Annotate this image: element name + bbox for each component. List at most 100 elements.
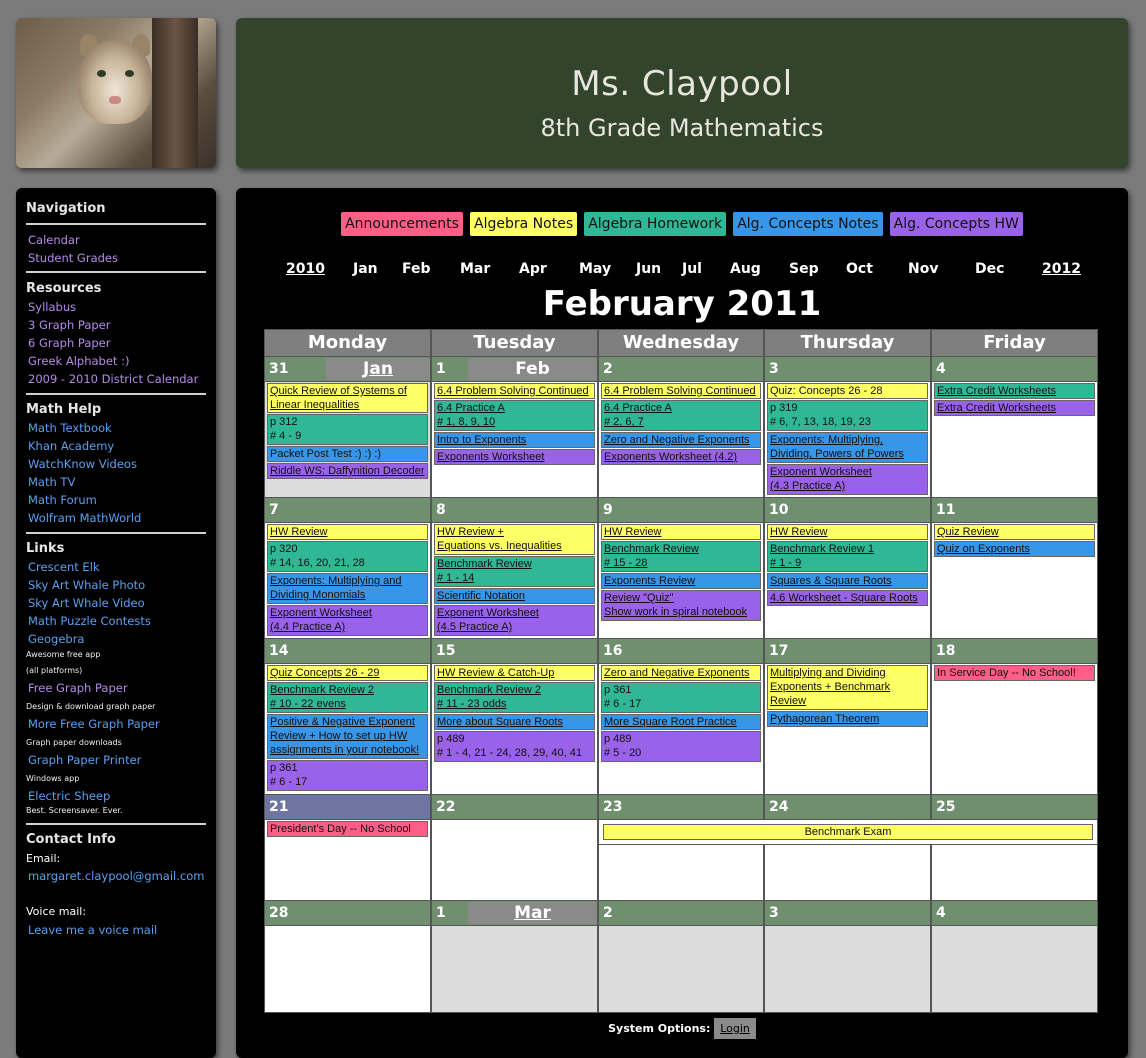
event[interactable]: p 312 # 4 - 9 (267, 414, 428, 445)
month-link-apr[interactable]: Apr (519, 261, 547, 277)
event[interactable]: Intro to Exponents (434, 432, 595, 448)
month-link-oct[interactable]: Oct (846, 261, 873, 277)
prev-year-link[interactable]: 2010 (286, 261, 325, 277)
event[interactable]: Positive & Negative Exponent Review + Ho… (267, 714, 428, 759)
month-link-may[interactable]: May (579, 261, 611, 277)
event[interactable]: Quiz Concepts 26 - 29 (267, 665, 428, 681)
link-graph-paper-printer[interactable]: Graph Paper Printer (16, 753, 141, 767)
link-whale-photo[interactable]: Sky Art Whale Photo (16, 578, 145, 592)
event[interactable]: Exponents: Multiplying and Dividing Mono… (267, 573, 428, 604)
month-link-jan[interactable]: Jan (353, 261, 378, 277)
mathhelp-watchknow-link[interactable]: WatchKnow Videos (16, 457, 137, 471)
event[interactable]: Extra Credit Worksheets (934, 383, 1095, 399)
legend-announcements[interactable]: Announcements (341, 212, 463, 236)
link-free-graph-paper[interactable]: Free Graph Paper (16, 681, 128, 695)
nav-student-grades-link[interactable]: Student Grades (16, 251, 118, 265)
month-link-feb[interactable]: Feb (402, 261, 431, 277)
month-link-sep[interactable]: Sep (789, 261, 819, 277)
legend-concepts-notes[interactable]: Alg. Concepts Notes (733, 212, 883, 236)
mathhelp-wolfram-link[interactable]: Wolfram MathWorld (16, 511, 141, 525)
event[interactable]: Benchmark Review # 1 - 14 (434, 556, 595, 587)
event[interactable]: Exponents Worksheet (434, 449, 595, 465)
month-link-jul[interactable]: Jul (682, 261, 702, 277)
event[interactable]: 6.4 Problem Solving Continued (601, 383, 761, 399)
link-electric-sheep[interactable]: Electric Sheep (16, 789, 110, 803)
link-whale-video[interactable]: Sky Art Whale Video (16, 596, 145, 610)
event[interactable]: Quick Review of Systems of Linear Inequa… (267, 383, 428, 413)
event[interactable]: 6.4 Problem Solving Continued (434, 383, 595, 399)
month-label-jan[interactable]: Jan (326, 358, 430, 380)
mathhelp-mathtv-link[interactable]: Math TV (16, 475, 75, 489)
event[interactable]: Zero and Negative Exponents (601, 665, 761, 681)
legend-algebra-homework[interactable]: Algebra Homework (584, 212, 727, 236)
event[interactable]: 4.6 Worksheet - Square Roots (767, 590, 928, 606)
event[interactable]: More Square Root Practice (601, 714, 761, 730)
event[interactable]: Multiplying and Dividing Exponents + Ben… (767, 665, 928, 710)
event[interactable]: p 319 # 6, 7, 13, 18, 19, 23 (767, 400, 928, 431)
event[interactable]: Zero and Negative Exponents (601, 432, 761, 448)
event[interactable]: # 2, 6, 7 (601, 415, 761, 431)
event[interactable]: 6.4 Practice A (434, 400, 595, 416)
event[interactable]: p 361 # 6 - 17 (267, 760, 428, 791)
event[interactable]: Benchmark Review 1 # 1 - 9 (767, 541, 928, 572)
month-link-mar[interactable]: Mar (460, 261, 490, 277)
event[interactable]: Benchmark Review 2 # 10 - 22 evens (267, 682, 428, 713)
event[interactable]: p 489 # 1 - 4, 21 - 24, 28, 29, 40, 41 (434, 731, 595, 762)
event-benchmark-exam[interactable]: Benchmark Exam (603, 824, 1093, 840)
event[interactable]: # 1, 8, 9, 10 (434, 415, 595, 431)
month-link-dec[interactable]: Dec (975, 261, 1004, 277)
event[interactable]: Riddle WS: Daffynition Decoder (267, 463, 428, 479)
event[interactable]: HW Review (267, 524, 428, 540)
event[interactable]: Benchmark Review 2 # 11 - 23 odds (434, 682, 595, 713)
event[interactable]: President's Day -- No School (267, 821, 428, 837)
event[interactable]: Exponent Worksheet (4.5 Practice A) (434, 605, 595, 636)
event[interactable]: Review "Quiz" Show work in spiral notebo… (601, 590, 761, 621)
nav-calendar-link[interactable]: Calendar (16, 233, 80, 247)
event[interactable]: Squares & Square Roots (767, 573, 928, 589)
mathhelp-mathforum-link[interactable]: Math Forum (16, 493, 97, 507)
event[interactable]: Packet Post Test :) :) :) (267, 446, 428, 462)
mathhelp-khan-link[interactable]: Khan Academy (16, 439, 114, 453)
link-more-free-graph-paper[interactable]: More Free Graph Paper (16, 717, 160, 731)
event[interactable]: Benchmark Review # 15 - 28 (601, 541, 761, 572)
event[interactable]: Quiz on Exponents (934, 541, 1095, 557)
legend-concepts-hw[interactable]: Alg. Concepts HW (889, 212, 1023, 236)
legend-algebra-notes[interactable]: Algebra Notes (470, 212, 578, 236)
email-link[interactable]: margaret.claypool@gmail.com (16, 869, 204, 883)
event[interactable]: Exponent Worksheet (4.4 Practice A) (267, 605, 428, 636)
event[interactable]: Exponents Review (601, 573, 761, 589)
resource-syllabus-link[interactable]: Syllabus (16, 300, 76, 314)
event[interactable]: 6.4 Practice A (601, 400, 761, 416)
resource-greek-alphabet-link[interactable]: Greek Alphabet :) (16, 354, 129, 368)
resource-district-calendar-link[interactable]: 2009 - 2010 District Calendar (16, 372, 198, 386)
month-label-mar[interactable]: Mar (468, 902, 597, 924)
event[interactable]: Scientific Notation (434, 588, 595, 604)
event[interactable]: In Service Day -- No School! (934, 665, 1095, 681)
voicemail-link[interactable]: Leave me a voice mail (16, 923, 157, 937)
month-link-nov[interactable]: Nov (908, 261, 938, 277)
event[interactable]: Pythagorean Theorem (767, 711, 928, 727)
event[interactable]: HW Review (601, 524, 761, 540)
link-geogebra[interactable]: Geogebra (16, 632, 84, 646)
login-button[interactable]: Login (714, 1018, 756, 1039)
link-puzzle-contests[interactable]: Math Puzzle Contests (16, 614, 151, 628)
month-link-aug[interactable]: Aug (730, 261, 761, 277)
event[interactable]: Exponent Worksheet (4.3 Practice A) (767, 464, 928, 495)
next-year-link[interactable]: 2012 (1042, 261, 1081, 277)
link-crescent-elk[interactable]: Crescent Elk (16, 560, 100, 574)
event[interactable]: More about Square Roots (434, 714, 595, 730)
event[interactable]: p 489 # 5 - 20 (601, 731, 761, 762)
event[interactable]: Exponents: Multiplying, Dividing, Powers… (767, 432, 928, 463)
event[interactable]: HW Review (767, 524, 928, 540)
event[interactable]: Extra Credit Worksheets (934, 400, 1095, 416)
event[interactable]: p 361 # 6 - 17 (601, 682, 761, 713)
month-link-jun[interactable]: Jun (636, 261, 661, 277)
resource-3-graph-paper-link[interactable]: 3 Graph Paper (16, 318, 110, 332)
event[interactable]: Quiz Review (934, 524, 1095, 540)
event[interactable]: Quiz: Concepts 26 - 28 (767, 383, 928, 399)
event[interactable]: Exponents Worksheet (4.2) (601, 449, 761, 465)
event[interactable]: HW Review & Catch-Up (434, 665, 595, 681)
event[interactable]: HW Review + Equations vs. Inequalities (434, 524, 595, 555)
resource-6-graph-paper-link[interactable]: 6 Graph Paper (16, 336, 110, 350)
mathhelp-textbook-link[interactable]: Math Textbook (16, 421, 112, 435)
